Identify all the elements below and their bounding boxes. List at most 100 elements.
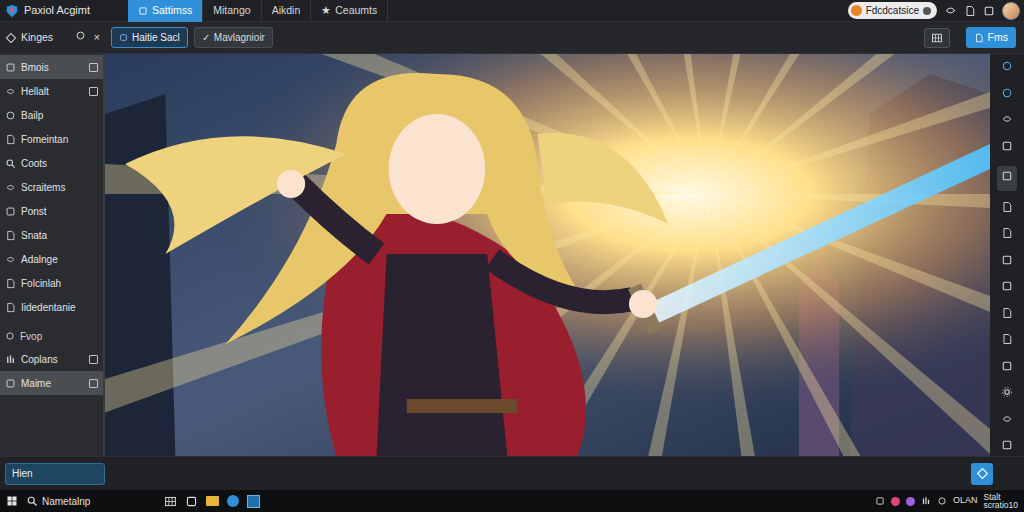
- item-label: Folcinlah: [21, 276, 61, 291]
- sidebar: BmoisHellalt Bailp FomeintanCoots Scraitems…: [0, 54, 105, 456]
- item-checkbox[interactable]: [89, 63, 98, 72]
- signal-icon: [921, 496, 931, 506]
- sidebar-item[interactable]: Coots: [0, 151, 103, 175]
- rail-button[interactable]: [1001, 413, 1013, 430]
- sidebar-item[interactable]: Folcinlah: [0, 271, 103, 295]
- top-tab[interactable]: Sattimss: [128, 0, 203, 22]
- browser-icon[interactable]: [227, 495, 239, 507]
- top-tab[interactable]: Aikdin: [262, 0, 312, 22]
- item-icon: [5, 230, 16, 241]
- clock-line: Stalt: [984, 493, 1019, 502]
- circle-icon: [75, 30, 86, 41]
- account-chip[interactable]: Fdcdcatsice: [848, 2, 937, 19]
- item-icon: [5, 110, 16, 121]
- check-icon: ✓: [202, 30, 210, 45]
- window-title: Paxiol Acgimt: [24, 2, 90, 19]
- tray-icon: [875, 496, 885, 506]
- sidebar-item[interactable]: Adalnge: [0, 247, 103, 271]
- sidebar-section: Fvop: [0, 325, 103, 347]
- rail-icon: [1001, 60, 1013, 72]
- rail-icon: [1001, 227, 1013, 239]
- rail-button[interactable]: [1001, 439, 1013, 456]
- rail-button[interactable]: [1001, 87, 1013, 104]
- item-checkbox[interactable]: [89, 355, 98, 364]
- avatar-icon[interactable]: [1002, 2, 1020, 20]
- rail-icon: [1001, 140, 1013, 152]
- hien-button[interactable]: Hien: [5, 463, 105, 485]
- rail-button[interactable]: [1001, 227, 1013, 244]
- star-icon: ★: [321, 3, 331, 19]
- network-icon: [937, 496, 947, 506]
- item-checkbox[interactable]: [89, 379, 98, 388]
- rail-button[interactable]: [1001, 140, 1013, 157]
- sidebar-item[interactable]: Ponst: [0, 199, 103, 223]
- heart-icon: [891, 497, 900, 506]
- sidebar-item[interactable]: Scraitems: [0, 175, 103, 199]
- close-button[interactable]: ×: [94, 30, 100, 46]
- rail-button[interactable]: [1001, 360, 1013, 377]
- rail-icon: [1001, 439, 1013, 451]
- rail-button[interactable]: [1001, 113, 1013, 130]
- share-button[interactable]: [971, 463, 993, 485]
- window-icon: [983, 5, 995, 17]
- hien-label: Hien: [12, 466, 33, 481]
- search-text: Nametalnp: [42, 494, 90, 509]
- tab-label: Aikdin: [272, 3, 301, 19]
- rail-icon: [1001, 413, 1013, 425]
- title-bar: Paxiol Acgimt SattimssMitango Aikdin ★Ceaum…: [0, 0, 1024, 22]
- rail-button[interactable]: [1001, 201, 1013, 218]
- app-icon[interactable]: [247, 495, 260, 508]
- item-label: Coplans: [21, 352, 58, 367]
- item-label: Scraitems: [21, 180, 65, 195]
- sidebar-item[interactable]: Fomeintan: [0, 127, 103, 151]
- view-chip[interactable]: ✓ Mavlagnioir: [194, 27, 273, 48]
- rail-button[interactable]: [1001, 386, 1013, 403]
- rail-button[interactable]: [1001, 307, 1013, 324]
- clock-line: scratio10: [984, 501, 1019, 510]
- sidebar-item[interactable]: Snata: [0, 223, 103, 247]
- item-checkbox[interactable]: [89, 87, 98, 96]
- title-actions: Fdcdcatsice: [848, 2, 1024, 20]
- item-label: Bailp: [21, 108, 43, 123]
- item-icon: [5, 182, 16, 193]
- rail-icon: [1001, 87, 1013, 99]
- fms-button[interactable]: Fms: [966, 27, 1016, 49]
- toggle-icon: [923, 7, 931, 15]
- link-icon: [944, 4, 957, 17]
- chip-label: Mavlagnioir: [214, 30, 265, 45]
- folder-icon[interactable]: [206, 496, 219, 506]
- rail-button[interactable]: [1001, 280, 1013, 297]
- rail-icon: [1001, 280, 1013, 292]
- account-name: Fdcdcatsice: [866, 3, 919, 18]
- view-chip[interactable]: Haitie Sacl: [111, 27, 188, 48]
- tab-label: Ceaumts: [335, 3, 377, 19]
- account-icon: [851, 5, 862, 16]
- item-icon: [5, 86, 16, 97]
- top-tab[interactable]: Mitango: [203, 0, 261, 22]
- item-icon: [5, 62, 16, 73]
- rail-button[interactable]: [1001, 254, 1013, 271]
- chip-label: Haitie Sacl: [132, 30, 180, 45]
- taskbar-search[interactable]: Nametalnp: [26, 494, 156, 509]
- diamond-icon: [5, 32, 17, 44]
- app-brand: Paxiol Acgimt: [0, 2, 128, 19]
- item-icon: [5, 134, 16, 145]
- top-tab[interactable]: ★Ceaumts: [311, 0, 388, 22]
- rail-button[interactable]: [1001, 333, 1013, 350]
- sidebar-item[interactable]: Maime: [0, 371, 103, 395]
- rail-icon: [1001, 201, 1013, 213]
- sidebar-item[interactable]: Hellalt: [0, 79, 103, 103]
- grid-button[interactable]: [924, 28, 950, 48]
- sidebar-item[interactable]: Iidedentanie: [0, 295, 103, 319]
- badge-icon: [906, 497, 915, 506]
- tab-icon: [138, 6, 148, 16]
- rail-button[interactable]: [997, 166, 1017, 191]
- sidebar-item[interactable]: Bailp: [0, 103, 103, 127]
- item-icon: [5, 206, 16, 217]
- sidebar-item[interactable]: Bmois: [0, 55, 103, 79]
- rail-icon: [1001, 254, 1013, 266]
- rail-button[interactable]: [1001, 60, 1013, 77]
- sidebar-item[interactable]: Coplans: [0, 347, 103, 371]
- item-icon: [5, 158, 16, 169]
- rail-icon: [1001, 333, 1013, 345]
